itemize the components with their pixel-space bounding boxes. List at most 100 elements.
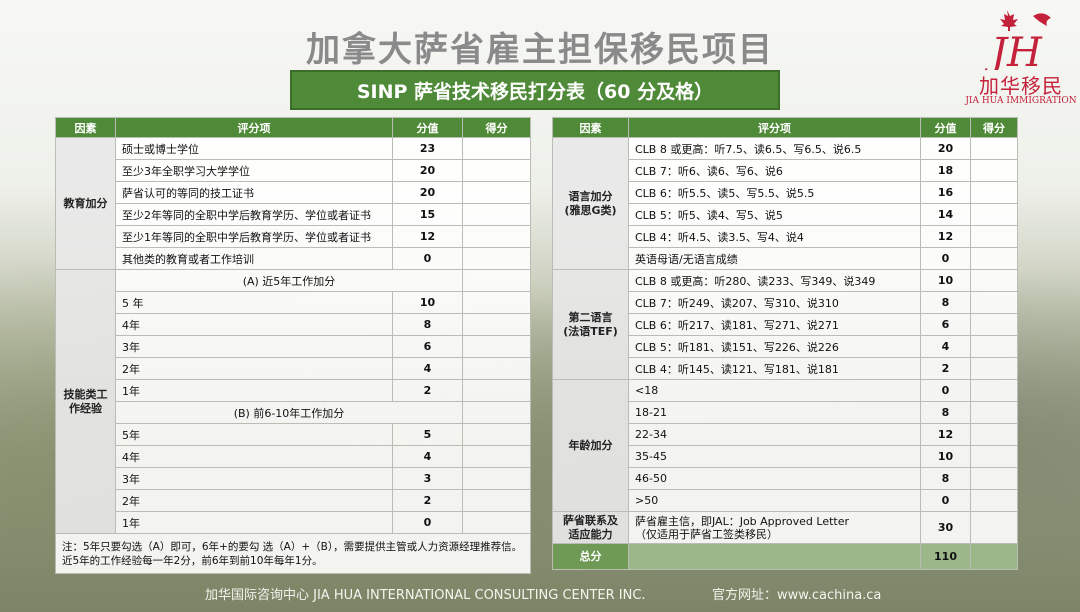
score-input-cell[interactable] <box>970 511 1018 544</box>
total-score-cell[interactable] <box>970 543 1018 570</box>
note-row: 注：5年只要勾选（A）即可，6年+的要勾 选（A）+（B），需要提供主管或人力资… <box>55 533 531 574</box>
score-input-cell[interactable] <box>970 313 1018 336</box>
score-input-cell[interactable] <box>970 357 1018 380</box>
score-input-cell[interactable] <box>462 137 531 160</box>
footer-website-link[interactable]: 官方网址：www.cachina.ca <box>712 584 881 603</box>
score-input-cell[interactable] <box>462 225 531 248</box>
item-cell: CLB 6：听5.5、读5、写5.5、说5.5 <box>628 181 921 204</box>
value-cell: 0 <box>392 511 463 534</box>
item-cell: 至少2年等同的全职中学后教育学历、学位或者证书 <box>115 203 393 226</box>
score-input-cell[interactable] <box>970 423 1018 446</box>
value-cell: 0 <box>392 247 463 270</box>
score-input-cell[interactable] <box>462 247 531 270</box>
logo-chinese-name: 加华移民 <box>979 74 1063 98</box>
score-input-cell[interactable] <box>462 445 531 468</box>
value-cell: 30 <box>920 511 971 544</box>
table-row: 5 年 10 <box>56 291 531 314</box>
score-input-cell[interactable] <box>462 313 531 336</box>
score-input-cell[interactable] <box>462 269 531 292</box>
table-row: 教育加分 硕士或博士学位 23 <box>55 137 531 270</box>
table-row: 3年 6 <box>56 335 531 358</box>
score-input-cell[interactable] <box>970 291 1018 314</box>
value-cell: 4 <box>392 445 463 468</box>
score-input-cell[interactable] <box>462 467 531 490</box>
table-row: (B) 前6-10年工作加分 <box>56 401 531 424</box>
item-cell: 2年 <box>115 357 393 380</box>
item-cell: 4年 <box>115 313 393 336</box>
value-cell: 16 <box>920 181 971 204</box>
score-input-cell[interactable] <box>462 181 531 204</box>
category-age: 年龄加分 <box>552 379 629 512</box>
value-cell: 20 <box>392 181 463 204</box>
table-note: 注：5年只要勾选（A）即可，6年+的要勾 选（A）+（B），需要提供主管或人力资… <box>55 533 531 574</box>
item-cell: 5 年 <box>115 291 393 314</box>
table-row: 5年 5 <box>56 423 531 446</box>
score-input-cell[interactable] <box>970 159 1018 182</box>
table-header-row: 因素 评分项 分值 得分 <box>55 117 531 138</box>
score-input-cell[interactable] <box>462 291 531 314</box>
score-input-cell[interactable] <box>970 225 1018 248</box>
score-input-cell[interactable] <box>970 181 1018 204</box>
item-cell: 英语母语/无语言成绩 <box>628 247 921 270</box>
item-cell: >50 <box>628 489 921 512</box>
score-input-cell[interactable] <box>462 511 531 534</box>
item-cell: 1年 <box>115 379 393 402</box>
header-factor: 因素 <box>552 117 629 138</box>
footer: 加华国际咨询中心 JIA HUA INTERNATIONAL CONSULTIN… <box>0 584 1080 604</box>
value-cell: 12 <box>920 225 971 248</box>
item-cell: CLB 4：听145、读121、写181、说181 <box>628 357 921 380</box>
header-score: 得分 <box>970 117 1018 138</box>
item-cell: 至少3年全职学习大学学位 <box>115 159 393 182</box>
table-row: 3年 3 <box>56 467 531 490</box>
value-cell: 4 <box>392 357 463 380</box>
score-input-cell[interactable] <box>462 423 531 446</box>
header-factor: 因素 <box>55 117 116 138</box>
score-input-cell[interactable] <box>970 203 1018 226</box>
value-cell: 6 <box>392 335 463 358</box>
score-input-cell[interactable] <box>970 489 1018 512</box>
table-row: 2年 2 <box>56 489 531 512</box>
score-input-cell[interactable] <box>462 335 531 358</box>
header-points: 分值 <box>920 117 971 138</box>
score-input-cell[interactable] <box>462 203 531 226</box>
table-row: 技能类工作经验 (A) 近5年工作加分 <box>55 269 531 534</box>
value-cell: 8 <box>920 401 971 424</box>
value-cell: 10 <box>920 445 971 468</box>
score-input-cell[interactable] <box>970 269 1018 292</box>
total-row: 总分 110 <box>552 543 1018 570</box>
score-input-cell[interactable] <box>970 247 1018 270</box>
item-cell: 萨省雇主信，即JAL：Job Approved Letter （仅适用于萨省工签… <box>628 511 921 544</box>
score-input-cell[interactable] <box>970 379 1018 402</box>
score-input-cell[interactable] <box>970 401 1018 424</box>
score-input-cell[interactable] <box>970 467 1018 490</box>
score-input-cell[interactable] <box>462 357 531 380</box>
category-education: 教育加分 <box>55 137 116 270</box>
total-spacer <box>628 543 921 570</box>
value-cell: 20 <box>392 159 463 182</box>
table-row: 1年 2 <box>56 379 531 402</box>
score-input-cell[interactable] <box>970 137 1018 160</box>
item-cell: 4年 <box>115 445 393 468</box>
value-cell: 8 <box>392 313 463 336</box>
item-cell: CLB 4：听4.5、读3.5、写4、说4 <box>628 225 921 248</box>
table-row: 第二语言 (法语TEF) CLB 8 或更高：听280、读233、写349、说3… <box>552 269 1018 380</box>
table-row: 萨省认可的等同的技工证书 20 <box>56 181 531 204</box>
score-input-cell[interactable] <box>970 445 1018 468</box>
item-cell: 5年 <box>115 423 393 446</box>
subsection-a: (A) 近5年工作加分 <box>115 269 463 292</box>
item-cell: CLB 5：听5、读4、写5、说5 <box>628 203 921 226</box>
item-cell: 至少1年等同的全职中学后教育学历、学位或者证书 <box>115 225 393 248</box>
score-input-cell[interactable] <box>462 159 531 182</box>
category-adaptability: 萨省联系及适应能力 <box>552 511 629 544</box>
item-cell: 46-50 <box>628 467 921 490</box>
item-cell: <18 <box>628 379 921 402</box>
score-input-cell[interactable] <box>462 401 531 424</box>
score-table-right: 因素 评分项 分值 得分 语言加分 (雅思G类) CLB 8 或更高：听7.5、… <box>552 117 1018 570</box>
score-input-cell[interactable] <box>462 379 531 402</box>
value-cell: 12 <box>920 423 971 446</box>
category-second-language: 第二语言 (法语TEF) <box>552 269 629 380</box>
score-input-cell[interactable] <box>462 489 531 512</box>
item-cell: 3年 <box>115 335 393 358</box>
value-cell: 0 <box>920 379 971 402</box>
score-input-cell[interactable] <box>970 335 1018 358</box>
